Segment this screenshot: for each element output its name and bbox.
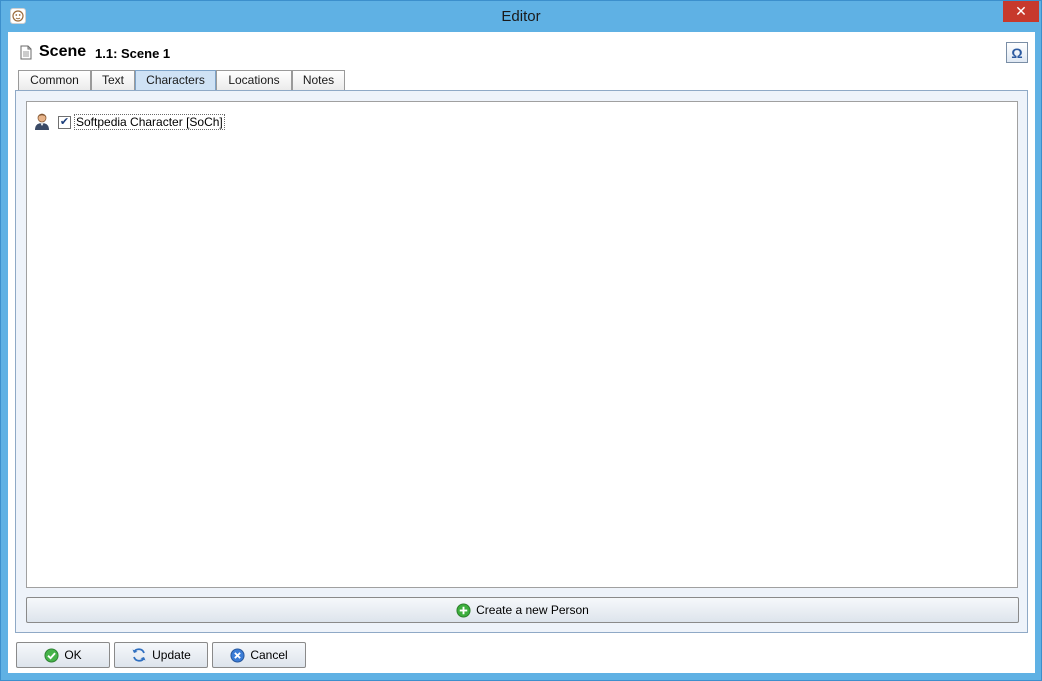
characters-panel: ✔ Softpedia Character [SoCh] Create a ne… bbox=[15, 90, 1028, 633]
character-list[interactable]: ✔ Softpedia Character [SoCh] bbox=[26, 101, 1018, 588]
ok-label: OK bbox=[64, 648, 82, 662]
tab-text[interactable]: Text bbox=[91, 70, 135, 90]
create-person-button[interactable]: Create a new Person bbox=[26, 597, 1019, 623]
ok-button[interactable]: OK bbox=[16, 642, 110, 668]
cancel-button[interactable]: Cancel bbox=[212, 642, 306, 668]
tab-characters[interactable]: Characters bbox=[135, 70, 216, 91]
check-circle-icon bbox=[44, 647, 59, 663]
update-button[interactable]: Update bbox=[114, 642, 208, 668]
person-icon bbox=[34, 113, 50, 131]
window-title: Editor bbox=[501, 8, 541, 25]
update-label: Update bbox=[152, 648, 191, 662]
editor-client-area: Scene 1.1: Scene 1 Ω Common Text Charact… bbox=[8, 32, 1035, 673]
cancel-circle-icon bbox=[230, 647, 245, 663]
page-title: Scene bbox=[39, 43, 87, 60]
character-label: Softpedia Character [SoCh] bbox=[74, 114, 225, 130]
special-characters-button[interactable]: Ω bbox=[1006, 42, 1028, 63]
add-circle-icon bbox=[456, 602, 471, 618]
close-button[interactable]: ✕ bbox=[1003, 1, 1039, 22]
character-checkbox[interactable]: ✔ bbox=[58, 116, 71, 129]
scene-id: 1.1: Scene 1 bbox=[95, 46, 171, 61]
tab-notes[interactable]: Notes bbox=[292, 70, 345, 90]
document-icon bbox=[20, 45, 32, 60]
editor-window: Editor ✕ Scene 1.1: Scene 1 Ω Common Tex… bbox=[0, 0, 1042, 681]
title-bar[interactable]: Editor ✕ bbox=[1, 1, 1041, 32]
tab-common[interactable]: Common bbox=[18, 70, 91, 90]
refresh-icon bbox=[131, 647, 147, 663]
tab-locations[interactable]: Locations bbox=[216, 70, 292, 90]
cancel-label: Cancel bbox=[250, 648, 288, 662]
create-person-label: Create a new Person bbox=[476, 603, 589, 617]
